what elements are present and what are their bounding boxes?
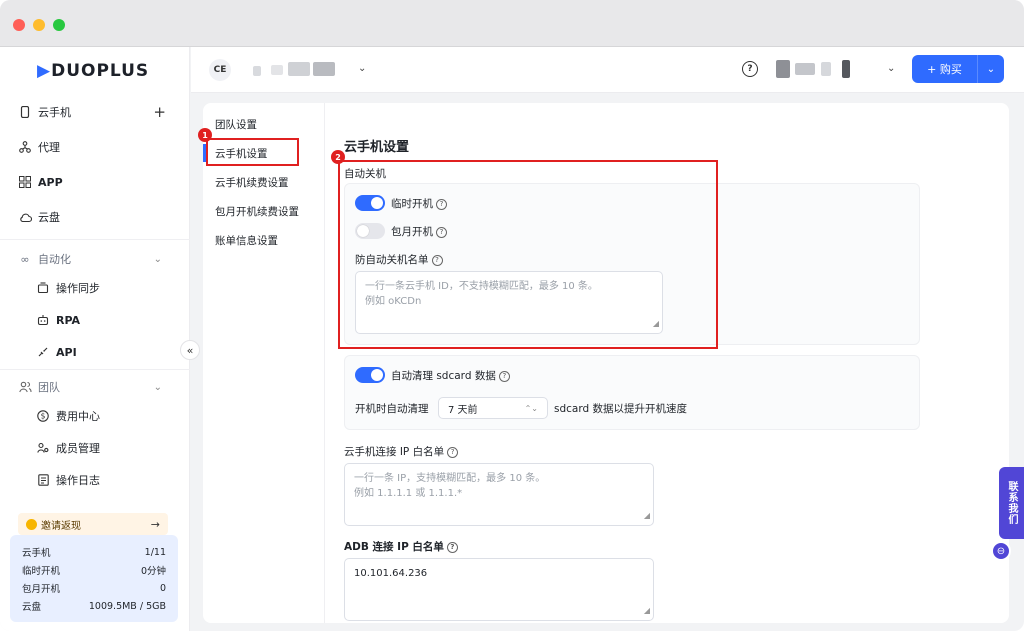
buy-button[interactable]: + 购买 xyxy=(912,55,978,83)
sidebar-group-automation[interactable]: ∞ 自动化 ⌄ xyxy=(18,249,178,269)
sdcard-toggle[interactable] xyxy=(355,367,385,383)
log-icon xyxy=(36,473,50,487)
chevron-down-icon[interactable]: ⌄ xyxy=(887,63,895,74)
chevron-down-icon: ⌄ xyxy=(153,381,162,393)
stat-row-monthly-boot: 包月开机 0 xyxy=(22,582,166,596)
sidebar-group-team[interactable]: 团队 ⌄ xyxy=(18,377,178,397)
sdcard-card xyxy=(344,355,920,430)
top-header: CE ⌄ ? ⌄ + 购买 ⌄ xyxy=(191,47,1024,93)
window-titlebar xyxy=(0,0,1024,47)
sidebar-item-members[interactable]: 成员管理 xyxy=(36,438,196,458)
chevron-down-icon: ⌄ xyxy=(153,253,162,265)
svg-text:$: $ xyxy=(41,412,46,421)
sidebar-item-sync[interactable]: 操作同步 xyxy=(36,278,196,298)
help-icon[interactable]: ? xyxy=(498,370,510,382)
members-icon xyxy=(36,441,50,455)
resize-handle-icon[interactable]: ◢ xyxy=(644,603,650,618)
invite-cashback-banner[interactable]: 邀请返现 → xyxy=(18,513,168,535)
help-icon[interactable]: ? xyxy=(446,541,458,553)
sidebar-divider xyxy=(0,369,190,370)
resize-handle-icon[interactable]: ◢ xyxy=(644,508,650,523)
annotation-box-2 xyxy=(338,160,718,349)
dollar-icon: $ xyxy=(36,409,50,423)
grid-icon xyxy=(18,175,32,189)
help-icon[interactable]: ? xyxy=(742,61,758,77)
sdcard-prefix-text: 开机时自动清理 xyxy=(355,403,429,415)
annotation-box-1 xyxy=(206,138,299,166)
page-title: 云手机设置 xyxy=(344,140,410,155)
usage-stats-panel: 云手机 1/11 临时开机 0分钟 包月开机 0 云盘 1009.5MB / 5GB xyxy=(10,535,178,622)
submenu-renewal-settings[interactable]: 云手机续费设置 xyxy=(215,171,325,193)
adb-whitelist-textarea[interactable]: 10.101.64.236 ◢ xyxy=(344,558,654,621)
app-window: ▶DUOPLUS 云手机 + 代理 APP 云盘 ∞ 自动化 ⌄ 操作同步 RP… xyxy=(0,0,1024,631)
settings-submenu: 团队设置 云手机设置 云手机续费设置 包月开机续费设置 账单信息设置 xyxy=(203,103,325,623)
stat-row-temp-boot: 临时开机 0分钟 xyxy=(22,566,166,577)
buy-button-group: + 购买 ⌄ xyxy=(912,55,1004,83)
annotation-number-1: 1 xyxy=(198,128,212,142)
sidebar-divider xyxy=(0,239,190,240)
phone-icon xyxy=(18,105,32,119)
ip-whitelist-label: 云手机连接 IP 白名单? xyxy=(344,444,459,459)
sidebar-item-logs[interactable]: 操作日志 xyxy=(36,470,196,490)
chevron-down-icon[interactable]: ⌄ xyxy=(358,63,366,74)
logo: ▶DUOPLUS xyxy=(37,61,150,81)
sync-icon xyxy=(36,281,50,295)
stat-row-cloud-drive: 云盘 1009.5MB / 5GB xyxy=(22,600,166,614)
sidebar: ▶DUOPLUS 云手机 + 代理 APP 云盘 ∞ 自动化 ⌄ 操作同步 RP… xyxy=(0,47,190,631)
maximize-window-button[interactable] xyxy=(53,19,65,31)
minimize-window-button[interactable] xyxy=(33,19,45,31)
help-icon[interactable]: ? xyxy=(447,446,459,458)
submenu-monthly-renewal-settings[interactable]: 包月开机续费设置 xyxy=(215,200,325,222)
stat-row-cloud-phone: 云手机 1/11 xyxy=(22,546,166,560)
cloud-icon xyxy=(18,210,32,224)
sdcard-label: 自动清理 sdcard 数据? xyxy=(391,368,510,383)
team-avatar[interactable]: CE xyxy=(209,59,231,81)
collapse-sidebar-button[interactable]: « xyxy=(180,340,200,360)
arrow-right-icon: → xyxy=(150,517,160,531)
sidebar-item-proxy[interactable]: 代理 xyxy=(18,137,178,157)
infinity-icon: ∞ xyxy=(20,252,30,266)
sidebar-item-api[interactable]: API xyxy=(36,342,196,362)
api-icon xyxy=(36,345,50,359)
ip-whitelist-textarea[interactable]: 一行一条 IP，支持模糊匹配，最多 10 条。 例如 1.1.1.1 或 1.1… xyxy=(344,463,654,526)
adb-whitelist-label: ADB 连接 IP 白名单? xyxy=(344,539,458,554)
sidebar-item-cloud-drive[interactable]: 云盘 xyxy=(18,207,178,227)
close-window-button[interactable] xyxy=(13,19,25,31)
proxy-icon xyxy=(18,140,32,154)
contact-us-tab[interactable]: 联系我们 xyxy=(999,467,1024,539)
coin-icon xyxy=(26,518,37,530)
submenu-billing-info-settings[interactable]: 账单信息设置 xyxy=(215,229,325,251)
team-icon xyxy=(18,380,32,394)
submenu-team-settings[interactable]: 团队设置 xyxy=(215,113,325,135)
chevron-updown-icon: ⌃⌄ xyxy=(524,403,538,413)
sidebar-item-rpa[interactable]: RPA xyxy=(36,310,196,330)
annotation-number-2: 2 xyxy=(331,150,345,164)
sdcard-suffix-text: sdcard 数据以提升开机速度 xyxy=(554,403,687,415)
add-cloud-phone-button[interactable]: + xyxy=(153,103,166,121)
chat-icon[interactable]: ⊖ xyxy=(991,541,1011,561)
buy-dropdown-button[interactable]: ⌄ xyxy=(978,55,1004,83)
sidebar-item-billing[interactable]: $ 费用中心 xyxy=(36,406,196,426)
sidebar-item-cloud-phone[interactable]: 云手机 + xyxy=(18,102,178,122)
sdcard-days-select[interactable]: 7 天前 ⌃⌄ xyxy=(438,397,548,419)
sidebar-item-app[interactable]: APP xyxy=(18,172,178,192)
robot-icon xyxy=(36,313,50,327)
